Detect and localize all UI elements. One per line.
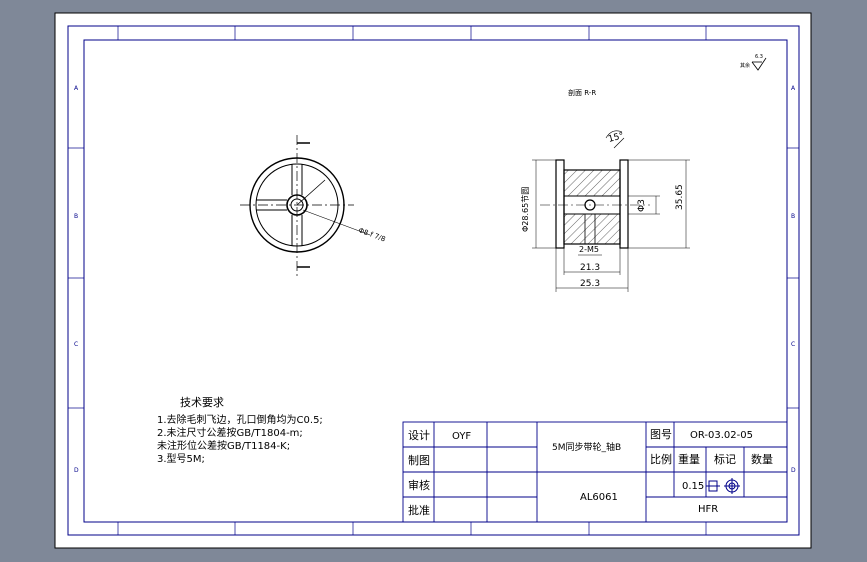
zone-letter-right-c: C <box>791 341 795 348</box>
material: AL6061 <box>580 492 618 503</box>
mark-label: 标记 <box>714 452 736 466</box>
zone-letter-left-c: C <box>74 341 78 348</box>
zone-letter-right-b: B <box>791 213 795 220</box>
tech-req-heading: 技术要求 <box>180 396 224 409</box>
weight-label: 重量 <box>678 452 700 466</box>
zone-letter-left-d: D <box>74 467 79 474</box>
drawing-no-label: 图号 <box>650 428 672 441</box>
approve-label: 批准 <box>408 503 430 517</box>
zone-letter-right-d: D <box>791 467 796 474</box>
tech-req-line-2: 2.未注尺寸公差按GB/T1804-m; <box>157 426 303 439</box>
dim-width-inner: 21.3 <box>580 263 600 273</box>
company: HFR <box>698 504 718 515</box>
section-title: 剖面 R-R <box>568 88 596 97</box>
zone-letter-left-b: B <box>74 213 78 220</box>
review-label: 审核 <box>408 478 430 492</box>
roughness-value: 6.3 <box>755 54 763 60</box>
tech-req-line-3: 未注形位公差按GB/T1184-K; <box>157 439 290 452</box>
qty-label: 数量 <box>751 453 773 466</box>
dim-thread: 2-M5 <box>579 245 599 254</box>
tech-req-line-1: 1.去除毛刺飞边，孔口倒角均为C0.5; <box>157 413 323 426</box>
scale-label: 比例 <box>650 452 672 466</box>
weight-value: 0.15 <box>682 481 704 492</box>
paper <box>54 12 812 549</box>
dim-pitch-diameter: Φ28.65节圆 <box>521 187 530 232</box>
tech-req-line-4: 3.型号5M; <box>157 452 205 465</box>
designer-label: 设计 <box>408 429 430 442</box>
drawing-no-value: OR-03.02-05 <box>690 430 753 441</box>
drawing-sheet: A B C D A B C D 其余 6.3 剖面 R-R Φ8 f 7/8 1… <box>54 12 812 549</box>
dim-bore: Φ3 <box>637 199 647 212</box>
dim-height: 35.65 <box>675 184 685 210</box>
designer-value: OYF <box>452 431 471 442</box>
drawing-label: 制图 <box>408 454 430 467</box>
roughness-prefix: 其余 <box>740 62 750 69</box>
dim-width-outer: 25.3 <box>580 279 600 289</box>
part-name: 5M同步带轮_轴B <box>552 441 621 453</box>
